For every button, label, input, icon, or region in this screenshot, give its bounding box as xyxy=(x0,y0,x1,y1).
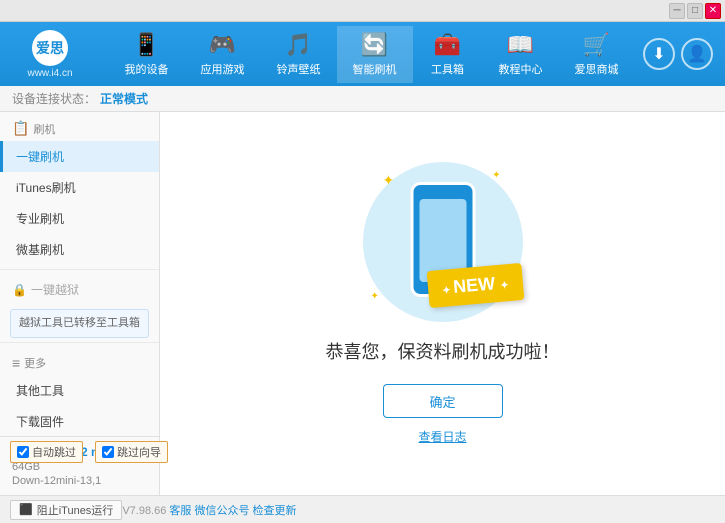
nav-item-my-device[interactable]: 📱 我的设备 xyxy=(109,26,185,83)
content-area: ✦ ✦ ✦ NEW 恭喜您，保资料刷机成功啦！ 确定 查看日志 xyxy=(160,112,725,495)
title-bar: ─ □ ✕ xyxy=(0,0,725,22)
nav-item-wallpaper[interactable]: 🎵 铃声壁纸 xyxy=(261,26,337,83)
bottom-left: ⬛ 阻止iTunes运行 xyxy=(10,500,122,520)
sidebar: 📋 刷机 一键刷机 iTunes刷机 专业刷机 微基刷机 🔒 一键越狱 xyxy=(0,112,160,495)
download-btn[interactable]: ⬇ xyxy=(643,38,675,70)
new-badge: NEW xyxy=(426,263,523,308)
customer-service-link[interactable]: 客服 xyxy=(169,505,191,517)
maximize-btn[interactable]: □ xyxy=(687,3,703,19)
sidebar-item-pro-flash[interactable]: 专业刷机 xyxy=(0,203,159,234)
flash-section-icon: 📋 xyxy=(12,120,29,137)
flash-section-label: 刷机 xyxy=(33,121,55,137)
bottom-bar: ⬛ 阻止iTunes运行 V7.98.66 客服 微信公众号 检查更新 xyxy=(0,495,725,523)
check-update-link[interactable]: 检查更新 xyxy=(253,505,297,517)
sidebar-item-baseband-flash[interactable]: 微基刷机 xyxy=(0,234,159,265)
wallpaper-icon: 🎵 xyxy=(285,32,312,58)
nav-bar: 爱思 www.i4.cn 📱 我的设备 🎮 应用游戏 🎵 铃声壁纸 🔄 智能刷机… xyxy=(0,22,725,86)
status-value: 正常模式 xyxy=(100,90,148,107)
sidebar-item-one-click-flash[interactable]: 一键刷机 xyxy=(0,141,159,172)
toolbox-icon: 🧰 xyxy=(434,32,461,58)
nav-item-toolbox[interactable]: 🧰 工具箱 xyxy=(413,26,483,83)
skip-wizard-label: 跳过向导 xyxy=(117,444,161,460)
checkbox-overlay: 自动跳过 跳过向导 xyxy=(10,441,168,463)
toolbox-label: 工具箱 xyxy=(431,61,464,77)
wallpaper-label: 铃声壁纸 xyxy=(277,61,321,77)
apps-games-icon: 🎮 xyxy=(209,32,236,58)
itunes-status[interactable]: ⬛ 阻止iTunes运行 xyxy=(10,500,122,520)
sidebar-item-download-firmware[interactable]: 下载固件 xyxy=(0,406,159,436)
auto-jump-input[interactable] xyxy=(17,446,29,458)
smart-flash-label: 智能刷机 xyxy=(353,61,397,77)
logo-icon: 爱思 xyxy=(32,30,68,66)
auto-jump-checkbox[interactable]: 自动跳过 xyxy=(10,441,83,463)
success-message: 恭喜您，保资料刷机成功啦！ xyxy=(326,338,560,364)
smart-flash-icon: 🔄 xyxy=(361,32,388,58)
sparkle-1: ✦ xyxy=(383,172,395,189)
my-device-label: 我的设备 xyxy=(125,61,169,77)
sidebar-item-other-tools[interactable]: 其他工具 xyxy=(0,375,159,406)
sidebar-divider-1 xyxy=(0,269,159,270)
skip-wizard-checkbox[interactable]: 跳过向导 xyxy=(95,441,168,463)
status-label: 设备连接状态： xyxy=(12,90,96,107)
confirm-button[interactable]: 确定 xyxy=(383,384,503,418)
auto-jump-label: 自动跳过 xyxy=(32,444,76,460)
sidebar-section-flash: 📋 刷机 xyxy=(0,112,159,141)
itunes-icon: ⬛ xyxy=(19,503,33,516)
sparkle-2: ✦ xyxy=(492,170,500,181)
nav-items: 📱 我的设备 🎮 应用游戏 🎵 铃声壁纸 🔄 智能刷机 🧰 工具箱 📖 教程中心… xyxy=(100,26,643,83)
success-card: ✦ ✦ ✦ NEW 恭喜您，保资料刷机成功啦！ 确定 查看日志 xyxy=(326,162,560,445)
lock-icon: 🔒 xyxy=(12,283,27,297)
sidebar-divider-2 xyxy=(0,342,159,343)
apps-games-label: 应用游戏 xyxy=(201,61,245,77)
version-label: V7.98.66 xyxy=(122,505,166,517)
logo-subtext: www.i4.cn xyxy=(27,68,72,79)
phone-illustration: ✦ ✦ ✦ NEW xyxy=(363,162,523,322)
tutorials-icon: 📖 xyxy=(507,32,534,58)
nav-item-apps-games[interactable]: 🎮 应用游戏 xyxy=(185,26,261,83)
tutorials-label: 教程中心 xyxy=(499,61,543,77)
bottom-right: V7.98.66 客服 微信公众号 检查更新 xyxy=(122,502,296,518)
shop-label: 爱思商城 xyxy=(575,61,619,77)
user-btn[interactable]: 👤 xyxy=(681,38,713,70)
nav-item-shop[interactable]: 🛒 爱思商城 xyxy=(559,26,635,83)
skip-wizard-input[interactable] xyxy=(102,446,114,458)
shop-icon: 🛒 xyxy=(583,32,610,58)
main-layout: 📋 刷机 一键刷机 iTunes刷机 专业刷机 微基刷机 🔒 一键越狱 xyxy=(0,112,725,495)
more-icon: ≡ xyxy=(12,355,20,371)
device-model: Down-12mini-13,1 xyxy=(12,475,147,487)
close-btn[interactable]: ✕ xyxy=(705,3,721,19)
sidebar-section-jailbreak: 🔒 一键越狱 xyxy=(0,274,159,305)
wechat-link[interactable]: 微信公众号 xyxy=(194,505,249,517)
visit-log-link[interactable]: 查看日志 xyxy=(418,428,466,445)
nav-right: ⬇ 👤 xyxy=(643,38,725,70)
logo: 爱思 www.i4.cn xyxy=(0,30,100,79)
nav-item-smart-flash[interactable]: 🔄 智能刷机 xyxy=(337,26,413,83)
my-device-icon: 📱 xyxy=(133,32,160,58)
sparkle-3: ✦ xyxy=(371,291,379,302)
minimize-btn[interactable]: ─ xyxy=(669,3,685,19)
sidebar-section-more: ≡ 更多 xyxy=(0,347,159,375)
status-bar: 设备连接状态： 正常模式 xyxy=(0,86,725,112)
sidebar-item-itunes-flash[interactable]: iTunes刷机 xyxy=(0,172,159,203)
jailbreak-notice: 越狱工具已转移至工具箱 xyxy=(10,309,149,338)
sidebar-scroll: 📋 刷机 一键刷机 iTunes刷机 专业刷机 微基刷机 🔒 一键越狱 xyxy=(0,112,159,436)
nav-item-tutorials[interactable]: 📖 教程中心 xyxy=(483,26,559,83)
